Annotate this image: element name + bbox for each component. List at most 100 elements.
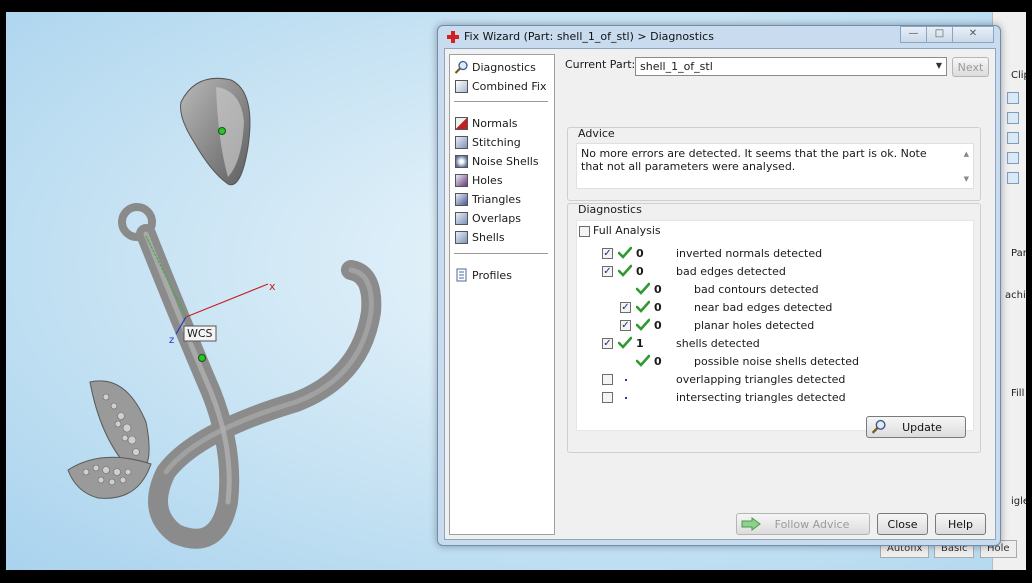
dialog-title: Fix Wizard (Part: shell_1_of_stl) > Diag… [464, 30, 714, 43]
diagnostic-text: possible noise shells detected [694, 355, 860, 368]
nav-item-label: Holes [472, 174, 503, 187]
nav-item-label: Diagnostics [472, 61, 536, 74]
minimize-button[interactable]: — [900, 26, 927, 43]
diagnostic-count: 0 [654, 283, 662, 296]
diagnostic-text: bad edges detected [676, 265, 786, 278]
diagnostic-checkbox[interactable] [602, 374, 613, 385]
nav-item-stitching[interactable]: Stitching [454, 134, 521, 151]
wizard-nav: Diagnostics Combined Fix Normals Stitchi… [449, 54, 555, 535]
diagnostic-count: 0 [636, 247, 644, 260]
holes-cube-icon [454, 173, 469, 188]
current-part-label: Current Part: [565, 58, 636, 71]
diagnostics-group: Diagnostics Full Analysis ✓ 0 inverted nor… [567, 203, 981, 453]
nav-item-noise-shells[interactable]: Noise Shells [454, 153, 539, 170]
bg-panel-fragment-4: Fill [1011, 388, 1025, 399]
diagnostic-count: 0 [636, 265, 644, 278]
nav-item-label: Normals [472, 117, 518, 130]
combined-fix-icon [454, 79, 469, 94]
ok-check-icon [618, 264, 632, 277]
diagnostic-text: bad contours detected [694, 283, 819, 296]
nav-divider [454, 253, 548, 254]
bg-panel-icon [1007, 92, 1019, 104]
dialog-titlebar[interactable]: Fix Wizard (Part: shell_1_of_stl) > Diag… [438, 26, 1000, 48]
advice-group: Advice No more errors are detected. It s… [567, 127, 981, 201]
model-hook-body [136, 224, 382, 549]
diagnostic-text: inverted normals detected [676, 247, 823, 260]
scroll-up-icon[interactable]: ▲ [964, 150, 969, 158]
bg-panel-icon [1007, 152, 1019, 164]
unknown-status-icon [625, 379, 627, 381]
diagnostic-text: near bad edges detected [694, 301, 833, 314]
diagnostic-count: 0 [654, 301, 662, 314]
ok-check-icon [636, 300, 650, 313]
chevron-down-icon: ▼ [935, 61, 942, 70]
overlaps-cube-icon [454, 211, 469, 226]
diagnostic-count: 1 [636, 337, 644, 350]
nav-item-combined-fix[interactable]: Combined Fix [454, 78, 546, 95]
ok-check-icon [636, 354, 650, 367]
update-label: Update [902, 421, 942, 434]
diagnostics-title: Diagnostics [578, 203, 642, 216]
bg-panel-icon [1007, 132, 1019, 144]
advice-text: No more errors are detected. It seems th… [581, 147, 927, 173]
nav-item-overlaps[interactable]: Overlaps [454, 210, 521, 227]
nav-item-label: Profiles [472, 269, 512, 282]
nav-item-label: Shells [472, 231, 505, 244]
nav-item-holes[interactable]: Holes [454, 172, 503, 189]
full-analysis-label: Full Analysis [593, 224, 661, 237]
bg-panel-fragment-3: achi [1005, 290, 1026, 301]
diagnostic-text: intersecting triangles detected [676, 391, 846, 404]
current-part-select[interactable]: shell_1_of_stl ▼ [635, 57, 947, 76]
nav-item-shells[interactable]: Shells [454, 229, 505, 246]
stitching-cube-icon [454, 135, 469, 150]
model-leaf-lower [67, 456, 152, 499]
maximize-button[interactable]: □ [926, 26, 953, 43]
nav-item-profiles[interactable]: Profiles [454, 267, 512, 284]
follow-advice-button[interactable]: Follow Advice [736, 513, 870, 535]
diagnostic-text: overlapping triangles detected [676, 373, 846, 386]
diagnostic-checkbox[interactable]: ✓ [620, 320, 631, 331]
magnifier-icon [871, 419, 886, 434]
axis-z-label: z [169, 335, 175, 346]
diagnostic-checkbox[interactable]: ✓ [602, 248, 613, 259]
bg-panel-icon [1007, 172, 1019, 184]
current-part-value: shell_1_of_stl [640, 60, 713, 73]
magnifier-icon [454, 60, 469, 75]
close-window-button[interactable]: ✕ [952, 26, 994, 43]
nav-divider [454, 101, 548, 102]
shells-cube-icon [454, 230, 469, 245]
close-button[interactable]: Close [877, 513, 928, 535]
noise-shells-icon [454, 154, 469, 169]
nav-item-diagnostics[interactable]: Diagnostics [454, 59, 536, 76]
help-button[interactable]: Help [935, 513, 986, 535]
diagnostic-checkbox[interactable]: ✓ [602, 338, 613, 349]
diagnostic-count: 0 [654, 319, 662, 332]
axis-x-label: x [269, 280, 276, 293]
update-button[interactable]: Update [866, 416, 966, 438]
dialog-client: Diagnostics Combined Fix Normals Stitchi… [444, 48, 996, 540]
diagnostic-checkbox[interactable] [602, 392, 613, 403]
window-controls: — □ ✕ [900, 26, 994, 43]
scroll-down-icon[interactable]: ▼ [964, 175, 969, 183]
ok-check-icon [636, 318, 650, 331]
arrow-right-icon [741, 517, 761, 531]
next-button[interactable]: Next [952, 57, 989, 77]
bg-panel-icon [1007, 112, 1019, 124]
normals-cube-icon [454, 116, 469, 131]
diagnostic-checkbox[interactable]: ✓ [602, 266, 613, 277]
red-cross-icon [447, 31, 459, 43]
triangles-cube-icon [454, 192, 469, 207]
full-analysis-checkbox[interactable] [579, 226, 590, 237]
diagnostic-checkbox[interactable]: ✓ [620, 302, 631, 313]
nav-item-label: Combined Fix [472, 80, 547, 93]
ok-check-icon [618, 336, 632, 349]
diagnostic-text: shells detected [676, 337, 760, 350]
nav-item-triangles[interactable]: Triangles [454, 191, 521, 208]
nav-item-label: Overlaps [472, 212, 521, 225]
bg-panel-fragment-1: Clip [1011, 70, 1026, 81]
nav-item-label: Noise Shells [472, 155, 539, 168]
diagnostics-list: Full Analysis ✓ 0 inverted normals detecte… [576, 220, 974, 431]
advice-box: No more errors are detected. It seems th… [576, 143, 974, 189]
unknown-status-icon [625, 397, 627, 399]
nav-item-normals[interactable]: Normals [454, 115, 518, 132]
